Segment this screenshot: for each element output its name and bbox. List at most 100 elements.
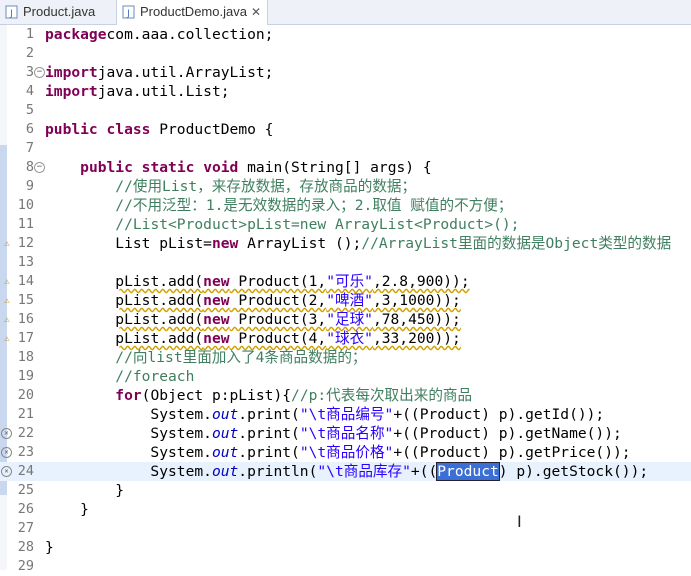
code-text: //不用泛型：1.是无效数据的录入；2.取值 赋值的不方便； [115,197,513,214]
code-text: public static void main(String[] args) { [80,159,432,176]
code-line[interactable]: 17 ⚠ pList.add(new Product(4,"球衣",33,200)… [0,329,691,348]
fold-toggle-icon[interactable]: − [34,67,45,78]
line-number: 19 [17,368,34,384]
svg-text:J: J [9,9,13,19]
code-editor[interactable]: 1 packagecom.aaa.collection; 2 3− importjava… [0,25,691,574]
line-number: 9 [25,178,34,194]
code-text: } [45,539,54,556]
line-number: 8 [25,159,34,175]
error-icon[interactable]: ✕ [1,466,12,477]
code-line[interactable]: 3− importjava.util.ArrayList; [0,63,691,82]
code-text: for(Object p:pList){//p:代表每次取出来的商品 [115,387,473,404]
line-number: 29 [17,558,34,574]
code-text: pList.add(new Product(1,"可乐",2.8,900)); [115,273,470,290]
code-line[interactable]: 5 [0,101,691,120]
code-text: //向list里面加入了4条商品数据的； [115,349,367,366]
code-line[interactable]: 7 [0,139,691,158]
line-number: 5 [25,102,34,118]
code-line[interactable]: 4 importjava.util.List; [0,82,691,101]
svg-text:J: J [126,9,130,19]
line-number: 3 [25,64,34,80]
code-line[interactable]: 22 ✕ System.out.print("\t商品名称"+((Product)… [0,424,691,443]
close-icon[interactable]: ✕ [251,0,261,24]
line-number: 24 [17,463,34,479]
code-text: public class ProductDemo { [45,121,274,138]
line-number: 7 [25,140,34,156]
warning-icon[interactable]: ⚠ [1,314,13,326]
code-line[interactable]: 15 ⚠ pList.add(new Product(2,"啤酒",3,1000)… [0,291,691,310]
code-line[interactable]: 23 ✕ System.out.print("\t商品价格"+((Product)… [0,443,691,462]
line-number: 6 [25,121,34,137]
code-line[interactable]: 8− public static void main(String[] args… [0,158,691,177]
code-text: pList.add(new Product(3,"足球",78,450)); [115,311,461,328]
line-number: 26 [17,501,34,517]
code-line[interactable]: 1 packagecom.aaa.collection; [0,25,691,44]
line-number: 16 [17,311,34,327]
line-number: 14 [17,273,34,289]
code-line[interactable]: 6 public class ProductDemo { [0,120,691,139]
code-line[interactable]: 26 } [0,500,691,519]
code-text: List pList=new ArrayList ();//ArrayList里… [45,235,672,252]
code-text: packagecom.aaa.collection; [45,26,274,43]
code-text: //List<Product>pList=new ArrayList<Produ… [115,216,520,233]
code-line[interactable]: 2 [0,44,691,63]
text-cursor-icon: I [517,512,522,531]
code-line[interactable]: 11 //List<Product>pList=new ArrayList<Pr… [0,215,691,234]
code-text: //foreach [115,368,195,385]
line-number: 21 [17,406,34,422]
code-line[interactable]: 14 ⚠ pList.add(new Product(1,"可乐",2.8,900… [0,272,691,291]
code-line[interactable]: 21 System.out.print("\t商品编号"+((Product) … [0,405,691,424]
code-line[interactable]: 19 //foreach [0,367,691,386]
tab-product-java[interactable]: J Product.java [0,0,112,24]
line-number: 12 [17,235,34,251]
line-number: 22 [17,425,34,441]
line-number: 25 [17,482,34,498]
warning-icon[interactable]: ⚠ [1,276,13,288]
code-line[interactable]: 28} [0,538,691,557]
java-file-icon: J [5,5,18,19]
tab-label: Product.java [23,4,96,19]
warning-icon[interactable]: ⚠ [1,238,13,250]
error-icon[interactable]: ✕ [1,447,12,458]
code-line[interactable]: 13 [0,253,691,272]
code-line[interactable]: 24 ✕ System.out.println("\t商品库存"+((Produc… [0,462,691,481]
line-number: 18 [17,349,34,365]
tab-productdemo-java[interactable]: J ProductDemo.java ✕ [116,0,268,25]
line-number: 15 [17,292,34,308]
line-number: 20 [17,387,34,403]
code-text: } [45,482,125,499]
code-line[interactable]: 9 //使用List，来存放数据，存放商品的数据； [0,177,691,196]
line-number: 28 [17,539,34,555]
line-number: 13 [17,254,34,270]
code-text: System.out.print("\t商品名称"+((Product) p).… [45,425,622,442]
fold-toggle-icon[interactable]: − [34,162,45,173]
code-line[interactable]: 20 for(Object p:pList){//p:代表每次取出来的商品 [0,386,691,405]
code-text: System.out.print("\t商品编号"+((Product) p).… [45,406,605,423]
line-number: 17 [17,330,34,346]
line-number: 1 [25,26,34,42]
tab-label: ProductDemo.java [140,4,247,19]
code-line[interactable]: 29 [0,557,691,576]
code-text: importjava.util.ArrayList; [45,64,274,81]
code-line[interactable]: 18 //向list里面加入了4条商品数据的； [0,348,691,367]
code-text: //使用List，来存放数据，存放商品的数据； [115,178,417,195]
code-line[interactable]: 12 ⚠ List pList=new ArrayList ();//ArrayL… [0,234,691,253]
code-text: importjava.util.List; [45,83,230,100]
line-number: 11 [17,216,34,232]
code-line[interactable]: 16 ⚠ pList.add(new Product(3,"足球",78,450)… [0,310,691,329]
code-text: System.out.print("\t商品价格"+((Product) p).… [45,444,631,461]
warning-icon[interactable]: ⚠ [1,295,13,307]
code-line[interactable]: 25 } [0,481,691,500]
code-line[interactable]: 27 [0,519,691,538]
line-number: 27 [17,520,34,536]
code-text: } [45,501,89,518]
code-line[interactable]: 10 //不用泛型：1.是无效数据的录入；2.取值 赋值的不方便； [0,196,691,215]
java-file-icon: J [122,5,135,19]
line-number: 4 [25,83,34,99]
line-number: 10 [17,197,34,213]
code-text: pList.add(new Product(4,"球衣",33,200)); [115,330,461,347]
error-icon[interactable]: ✕ [1,428,12,439]
editor-tab-bar: J Product.java J ProductDemo.java ✕ [0,0,691,25]
warning-icon[interactable]: ⚠ [1,333,13,345]
line-number: 2 [25,45,34,61]
